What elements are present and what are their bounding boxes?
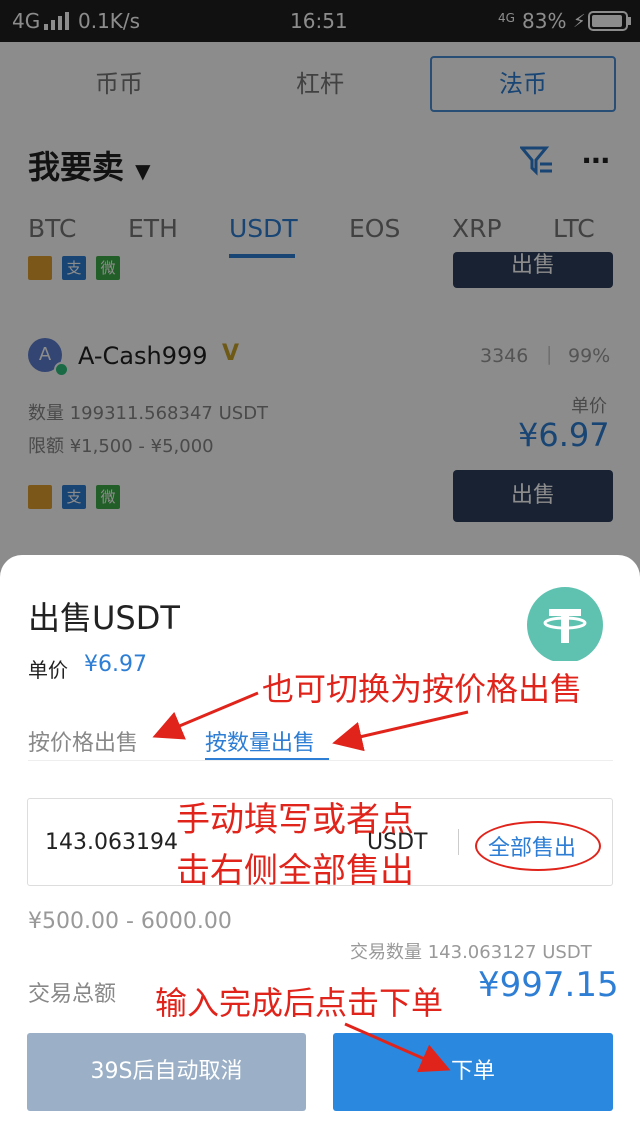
arrow-to-quantity-tab	[332, 710, 469, 752]
arrow-to-submit	[344, 1022, 451, 1073]
arrow-to-price-tab	[152, 691, 259, 740]
annotation-arrows	[152, 691, 469, 1073]
